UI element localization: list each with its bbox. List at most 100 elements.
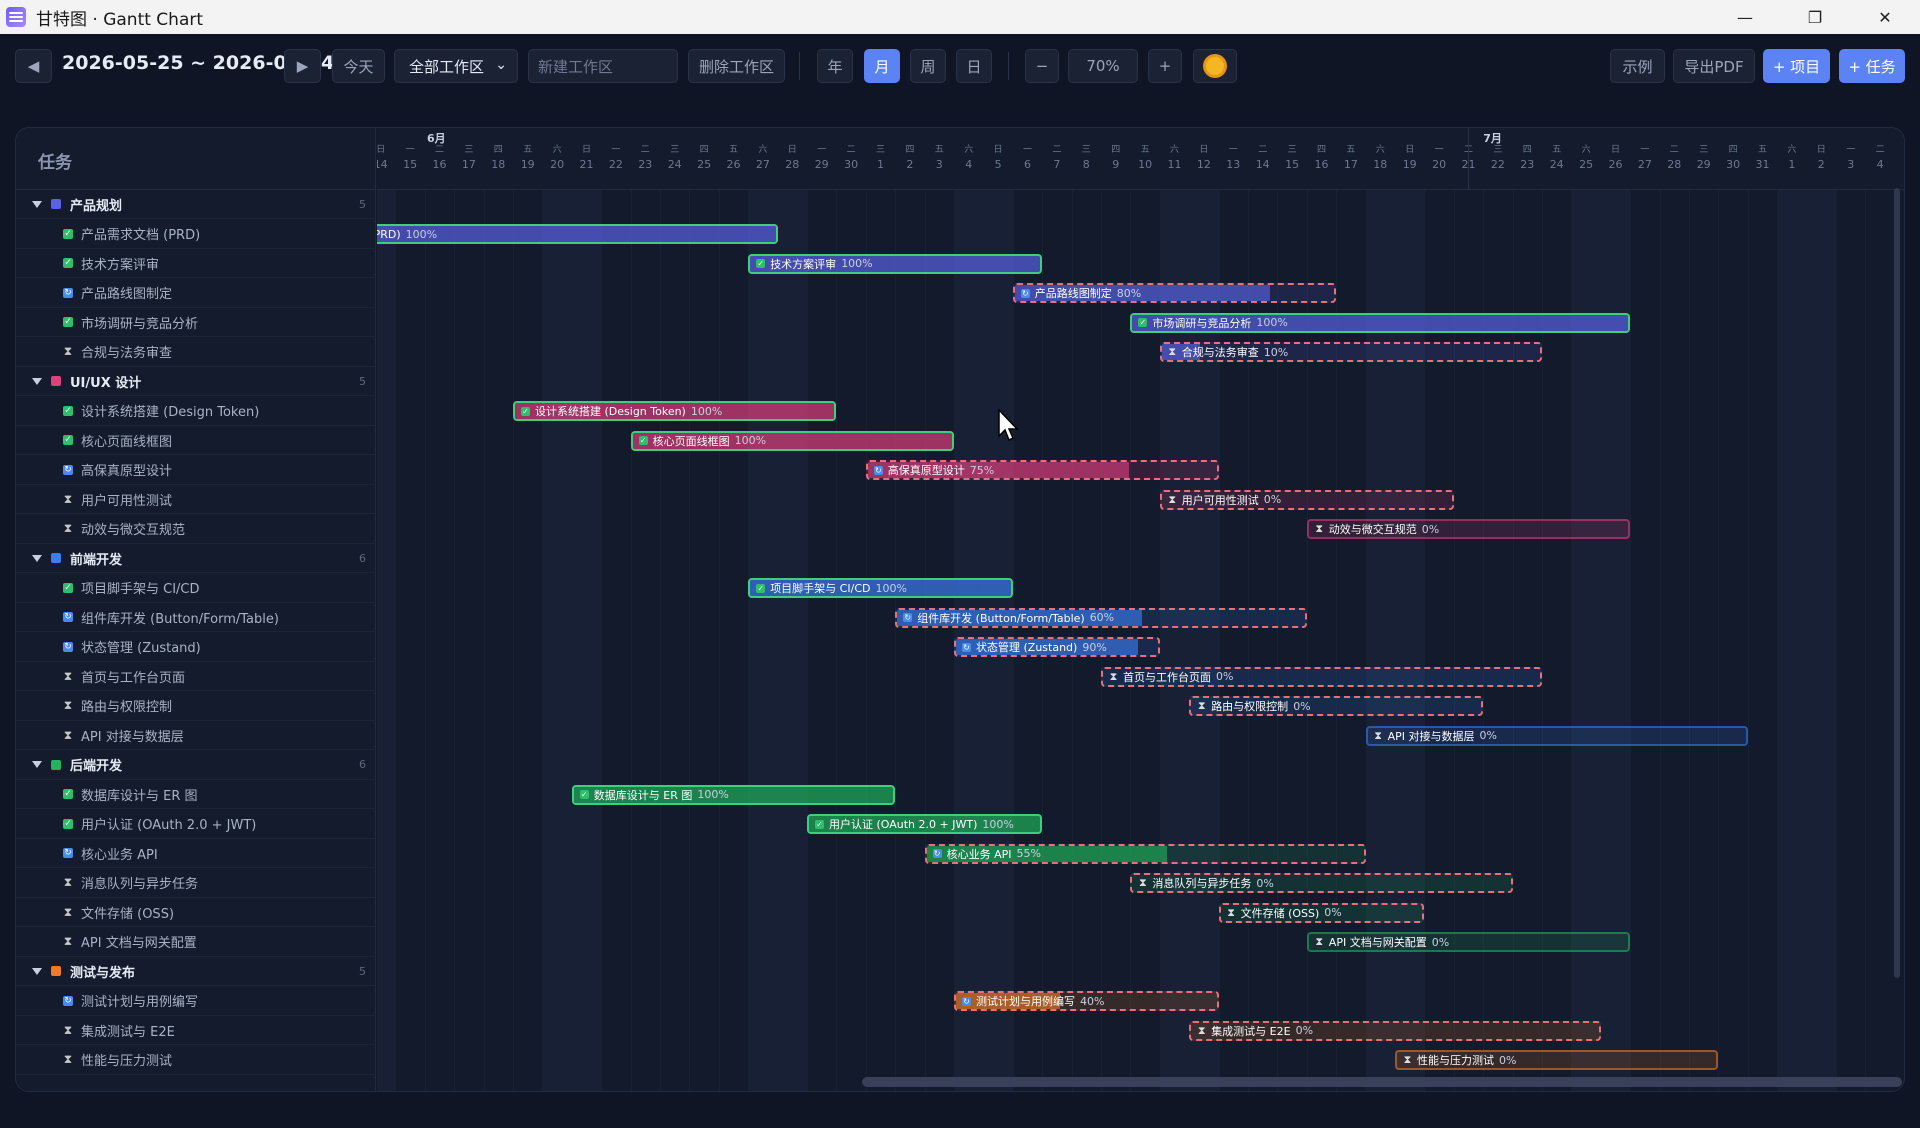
add-project-button[interactable]: + 项目 bbox=[1763, 49, 1830, 83]
task-row[interactable]: ⧗ 路由与权限控制 bbox=[16, 692, 376, 721]
task-row[interactable]: ✓ 产品需求文档 (PRD) bbox=[16, 220, 376, 249]
task-bar[interactable]: ↻ 高保真原型设计 75% bbox=[865, 460, 1219, 480]
task-bar[interactable]: ↻ 核心业务 API 55% bbox=[924, 843, 1366, 864]
task-row[interactable]: ⧗ 首页与工作台页面 bbox=[16, 662, 376, 691]
task-bar[interactable]: ✓ 项目脚手架与 CI/CD 100% bbox=[748, 578, 1013, 598]
task-bar[interactable]: ✓ 核心页面线框图 100% bbox=[630, 430, 954, 451]
task-row[interactable]: ⧗ 动效与微交互规范 bbox=[16, 515, 376, 544]
task-row[interactable]: ↻ 测试计划与用例编写 bbox=[16, 987, 376, 1016]
task-row[interactable]: ✓ 市场调研与竞品分析 bbox=[16, 308, 376, 337]
task-row[interactable]: ✓ 用户认证 (OAuth 2.0 + JWT) bbox=[16, 810, 376, 839]
task-bar[interactable]: ✓产品需求文档 (PRD)100% bbox=[377, 224, 778, 244]
day-number: 3 bbox=[935, 158, 943, 171]
task-row[interactable]: ↻ 高保真原型设计 bbox=[16, 456, 376, 485]
bar-task-name: 设计系统搭建 (Design Token) bbox=[535, 405, 686, 418]
task-bar[interactable]: ⧗ 首页与工作台页面 0% bbox=[1101, 666, 1542, 687]
day-number: 26 bbox=[1608, 158, 1623, 171]
view-week-button[interactable]: 周 bbox=[910, 49, 946, 83]
task-row[interactable]: ↻ 产品路线图制定 bbox=[16, 279, 376, 308]
today-button[interactable]: 今天 bbox=[332, 49, 385, 83]
task-bar[interactable]: ⧗ API 对接与数据层 0% bbox=[1365, 725, 1748, 746]
vertical-scrollbar[interactable] bbox=[1894, 188, 1900, 978]
task-bar[interactable]: ↻ 产品路线图制定 80% bbox=[1012, 283, 1337, 303]
group-row[interactable]: UI/UX 设计 5 bbox=[16, 367, 376, 396]
task-bar[interactable]: ✓ 设计系统搭建 (Design Token) 100% bbox=[513, 401, 837, 421]
minimize-button[interactable]: — bbox=[1710, 0, 1780, 34]
view-month-button[interactable]: 月 bbox=[864, 49, 900, 83]
task-bar[interactable]: ✓ 用户认证 (OAuth 2.0 + JWT) 100% bbox=[807, 814, 1043, 834]
group-row[interactable]: 测试与发布 5 bbox=[16, 957, 376, 986]
example-button[interactable]: 示例 bbox=[1610, 49, 1665, 83]
task-bar[interactable]: ✓ 数据库设计与 ER 图 100% bbox=[571, 784, 896, 805]
theme-toggle-button[interactable] bbox=[1193, 49, 1237, 83]
group-row[interactable]: 产品规划 5 bbox=[16, 190, 376, 219]
view-day-button[interactable]: 日 bbox=[956, 49, 992, 83]
task-row[interactable]: ⧗ 文件存储 (OSS) bbox=[16, 898, 376, 927]
bar-label: ↻ 状态管理 (Zustand) 90% bbox=[962, 639, 1107, 655]
task-row[interactable]: ✓ 核心页面线框图 bbox=[16, 426, 376, 455]
workspace-select[interactable]: 全部工作区 ⌄ bbox=[394, 49, 518, 83]
task-row[interactable]: ↻ 核心业务 API bbox=[16, 839, 376, 868]
new-workspace-input[interactable]: 新建工作区 bbox=[528, 49, 678, 83]
task-bar[interactable]: ⧗ 性能与压力测试 0% bbox=[1395, 1050, 1719, 1070]
horizontal-scrollbar[interactable] bbox=[862, 1077, 1902, 1087]
bar-task-name: 数据库设计与 ER 图 bbox=[593, 788, 693, 802]
task-bar[interactable]: ⧗ 集成测试与 E2E 0% bbox=[1189, 1020, 1601, 1041]
day-column bbox=[1836, 190, 1865, 1091]
group-row[interactable]: 后端开发 6 bbox=[16, 751, 376, 780]
task-bar[interactable]: ⧗ 合规与法务审查 10% bbox=[1159, 342, 1542, 362]
task-bar[interactable]: ⧗ 用户可用性测试 0% bbox=[1159, 489, 1454, 510]
task-bar[interactable]: ↻ 测试计划与用例编写 40% bbox=[954, 991, 1219, 1011]
task-bar[interactable]: ⧗ 路由与权限控制 0% bbox=[1189, 696, 1484, 716]
task-row[interactable]: ⧗ API 文档与网关配置 bbox=[16, 928, 376, 957]
task-row[interactable]: ⧗ 集成测试与 E2E bbox=[16, 1016, 376, 1045]
zoom-in-button[interactable]: + bbox=[1148, 49, 1182, 83]
maximize-button[interactable]: ❐ bbox=[1780, 0, 1850, 34]
task-bar[interactable]: ✓ 市场调研与竞品分析 100% bbox=[1130, 312, 1631, 333]
day-cell: 一 13 bbox=[1219, 144, 1248, 190]
task-row[interactable]: ✓ 技术方案评审 bbox=[16, 249, 376, 278]
task-row[interactable]: ⧗ API 对接与数据层 bbox=[16, 721, 376, 750]
task-row[interactable]: ↻ 状态管理 (Zustand) bbox=[16, 633, 376, 662]
collapse-caret-icon[interactable] bbox=[32, 967, 42, 975]
task-bar[interactable]: ✓ 技术方案评审 100% bbox=[748, 253, 1043, 274]
prev-range-button[interactable]: ◀ bbox=[15, 49, 52, 83]
day-number: 5 bbox=[994, 158, 1002, 171]
next-range-button[interactable]: ▶ bbox=[284, 49, 321, 83]
group-name: 后端开发 bbox=[70, 759, 123, 774]
window-title: 甘特图 · Gantt Chart bbox=[36, 9, 204, 30]
task-row[interactable]: ✓ 数据库设计与 ER 图 bbox=[16, 780, 376, 809]
day-cell: 二4 bbox=[1865, 144, 1894, 190]
zoom-out-button[interactable]: − bbox=[1025, 49, 1059, 83]
close-button[interactable]: ✕ bbox=[1850, 0, 1920, 34]
delete-workspace-button[interactable]: 删除工作区 bbox=[688, 49, 785, 83]
task-bar[interactable]: ↻ 状态管理 (Zustand) 90% bbox=[954, 637, 1160, 657]
task-bar[interactable]: ⧗ 动效与微交互规范 0% bbox=[1306, 519, 1631, 539]
collapse-caret-icon[interactable] bbox=[32, 200, 42, 208]
task-row[interactable]: ⧗ 合规与法务审查 bbox=[16, 338, 376, 367]
group-row[interactable]: 前端开发 6 bbox=[16, 544, 376, 573]
day-column bbox=[513, 190, 542, 1091]
add-task-button[interactable]: + 任务 bbox=[1839, 49, 1905, 83]
collapse-caret-icon[interactable] bbox=[32, 377, 42, 385]
collapse-caret-icon[interactable] bbox=[32, 554, 42, 562]
view-year-button[interactable]: 年 bbox=[817, 49, 853, 83]
task-row[interactable]: ⧗ 用户可用性测试 bbox=[16, 485, 376, 514]
task-row[interactable]: ↻ 组件库开发 (Button/Form/Table) bbox=[16, 603, 376, 632]
task-row[interactable]: ⧗ 消息队列与异步任务 bbox=[16, 869, 376, 898]
task-bar[interactable]: ⧗ 消息队列与异步任务 0% bbox=[1130, 873, 1513, 893]
timeline[interactable]: 日14一15二16三17四18五19六20日21一22二23三24四25五26六… bbox=[377, 128, 1904, 1091]
collapse-caret-icon[interactable] bbox=[32, 761, 42, 768]
in-progress-icon: ↻ bbox=[1020, 288, 1030, 298]
hourglass-icon: ⧗ bbox=[1315, 522, 1324, 535]
task-header-label: 任务 bbox=[38, 153, 72, 173]
task-row[interactable]: ✓ 设计系统搭建 (Design Token) bbox=[16, 397, 376, 426]
check-icon: ✓ bbox=[63, 789, 73, 799]
task-row[interactable]: ✓ 项目脚手架与 CI/CD bbox=[16, 574, 376, 603]
export-pdf-button[interactable]: 导出PDF bbox=[1673, 49, 1755, 83]
task-bar[interactable]: ⧗ API 文档与网关配置 0% bbox=[1306, 932, 1631, 952]
task-bar[interactable]: ⧗ 文件存储 (OSS) 0% bbox=[1218, 902, 1425, 923]
task-row[interactable]: ⧗ 性能与压力测试 bbox=[16, 1046, 376, 1075]
task-bar[interactable]: ↻ 组件库开发 (Button/Form/Table) 60% bbox=[895, 607, 1307, 628]
day-cell: 四 16 bbox=[1307, 144, 1336, 190]
